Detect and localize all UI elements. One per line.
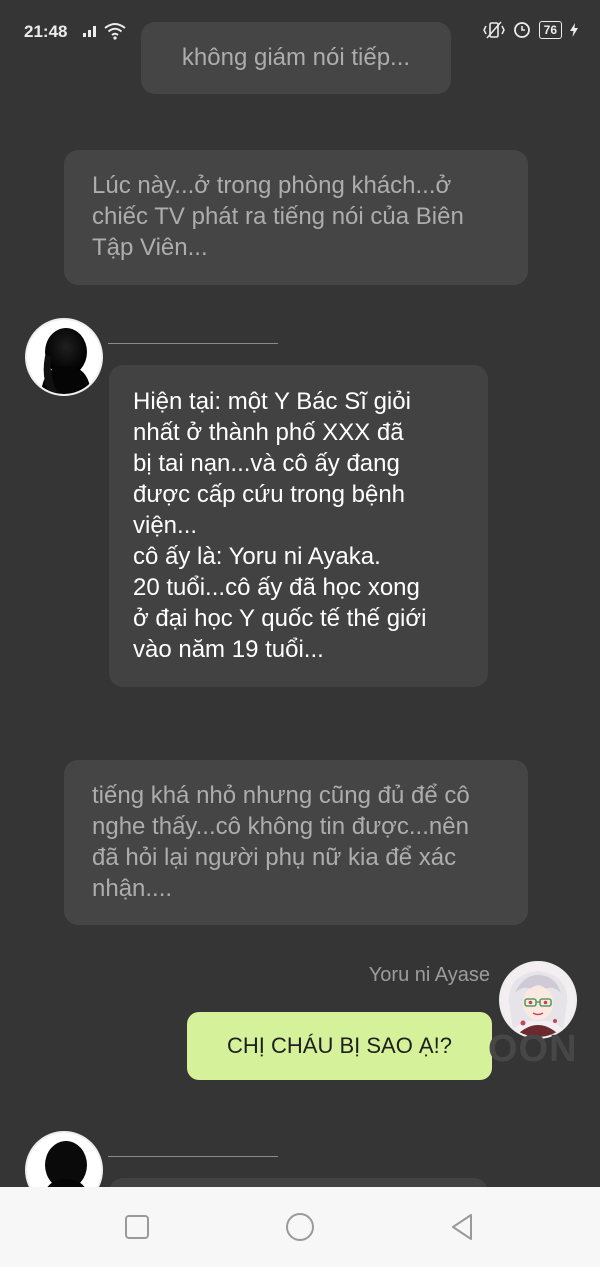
status-time: 21:48 <box>24 22 68 41</box>
recent-apps-icon[interactable] <box>121 1211 153 1243</box>
speaker-name-line <box>108 343 278 344</box>
speech-line: được cấp cứu trong bệnh <box>133 481 406 508</box>
charging-icon <box>570 23 578 37</box>
battery-icon: 76 <box>538 21 562 39</box>
speaker-name-line <box>108 1156 278 1157</box>
narration-bubble: không giám nói tiếp... <box>141 22 451 94</box>
avatar[interactable] <box>25 318 103 396</box>
speech-line: viện... <box>133 512 198 539</box>
speech-line: Hiện tại: một Y Bác Sĩ giỏi <box>133 388 411 415</box>
narration-bubble: tiếng khá nhỏ nhưng cũng đủ để cô nghe t… <box>64 760 528 925</box>
silhouette-avatar-icon <box>27 320 101 394</box>
back-icon[interactable] <box>447 1211 479 1243</box>
speech-line: vào năm 19 tuổi... <box>133 636 324 663</box>
speech-line: ở đại học Y quốc tế thế giới <box>133 605 427 632</box>
narration-text: tiếng khá nhỏ nhưng cũng đủ để cô nghe t… <box>92 782 470 902</box>
user-message-text: CHỊ CHÁU BỊ SAO Ạ!? <box>227 1033 452 1058</box>
speech-line: bị tai nạn...và cô ấy đang <box>133 450 400 477</box>
alarm-icon <box>513 22 530 38</box>
speech-line: cô ấy là: Yoru ni Ayaka. <box>133 543 381 570</box>
speech-line: 20 tuổi...cô ấy đã học xong <box>133 574 420 601</box>
home-icon[interactable] <box>284 1211 316 1243</box>
speech-line: nhất ở thành phố XXX đã <box>133 419 404 446</box>
wifi-icon <box>104 23 126 40</box>
narration-bubble: Lúc này...ở trong phòng khách...ở chiếc … <box>64 150 528 285</box>
anime-character-avatar-icon <box>501 963 575 1037</box>
vibrate-icon <box>482 21 505 39</box>
watermark: OON <box>488 1028 578 1070</box>
user-message-bubble: CHỊ CHÁU BỊ SAO Ạ!? <box>187 1012 492 1080</box>
user-name: Yoru ni Ayase <box>368 964 490 986</box>
navigation-bar <box>0 1187 600 1267</box>
speech-bubble: Hiện tại: một Y Bác Sĩ giỏi nhất ở thành… <box>109 365 488 687</box>
narration-text: không giám nói tiếp... <box>181 44 411 71</box>
signal-icon <box>83 26 96 37</box>
narration-text: Lúc này...ở trong phòng khách...ở chiếc … <box>92 172 464 261</box>
